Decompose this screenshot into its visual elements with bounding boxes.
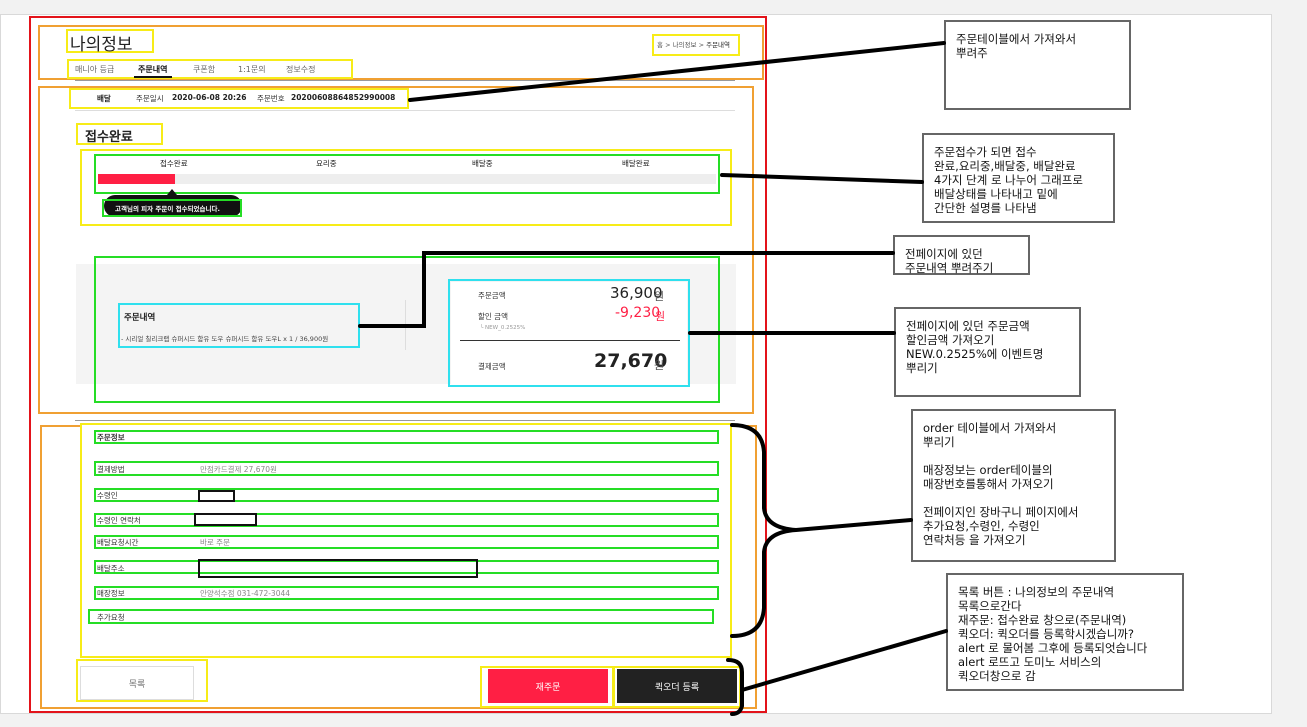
connector-line — [740, 629, 948, 692]
connector-line — [720, 173, 924, 184]
connector-line — [358, 251, 895, 328]
connectors — [358, 41, 948, 716]
brace — [726, 658, 744, 716]
connector-line — [408, 41, 946, 102]
connector-line — [794, 518, 913, 532]
brace — [730, 423, 797, 638]
